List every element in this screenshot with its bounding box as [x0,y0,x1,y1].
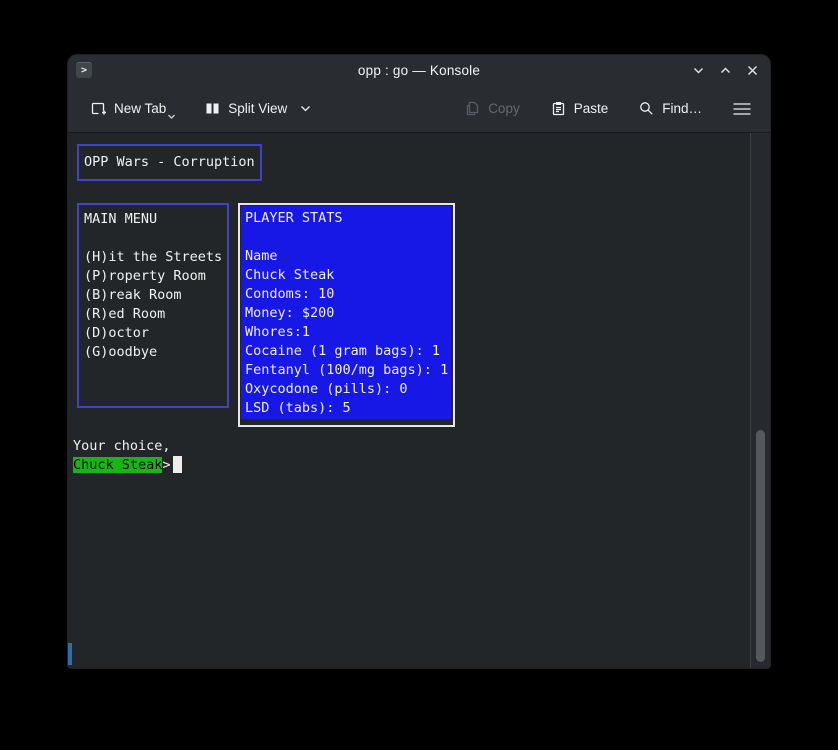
stat-player-name: Chuck Steak [245,266,451,285]
paste-icon [550,100,567,117]
hamburger-icon [732,101,752,117]
menu-item-hit-the-streets: (H)it the Streets [84,248,227,267]
split-view-icon [204,100,221,117]
close-icon [746,64,759,77]
chevron-down-icon [692,64,705,77]
menu-item-property-room: (P)roperty Room [84,267,227,286]
new-tab-button[interactable]: New Tab [88,96,168,121]
chevron-up-icon [719,64,732,77]
player-stats-panel: PLAYER STATS Name Chuck Steak Condoms: 1… [241,206,451,419]
new-tab-label: New Tab [114,101,166,116]
player-name-highlight: Chuck Steak [73,457,162,473]
chevron-down-icon [167,113,176,120]
menu-item-red-room: (R)ed Room [84,305,227,324]
hamburger-menu-button[interactable] [730,97,754,121]
stat-condoms: Condoms: 10 [245,285,451,304]
new-tab-menu-caret [167,108,176,123]
stat-name-label: Name [245,247,451,266]
maximize-button[interactable] [718,63,733,78]
split-view-label: Split View [228,101,287,116]
terminal-cursor [173,456,182,473]
stat-fentanyl: Fentanyl (100/mg bags): 1 [245,361,451,380]
titlebar[interactable]: > opp : go — Konsole [68,55,770,85]
toolbar: New Tab Split View Copy [68,85,770,133]
prompt-label: Your choice, [73,437,182,456]
prompt-caret: > [162,457,170,473]
menu-item-doctor: (D)octor [84,324,227,343]
stat-oxycodone: Oxycodone (pills): 0 [245,380,451,399]
menu-item-break-room: (B)reak Room [84,286,227,305]
main-menu-box: MAIN MENU (H)it the Streets (P)roperty R… [77,203,229,408]
split-view-caret [300,101,311,116]
main-menu-title: MAIN MENU [84,210,227,229]
terminal-screen[interactable]: OPP Wars - Corruption MAIN MENU (H)it th… [68,133,770,668]
paste-label: Paste [574,101,609,116]
game-title: OPP Wars - Corruption [84,153,255,172]
menu-item-goodbye: (G)oodbye [84,343,227,362]
blank-line [84,229,227,248]
copy-icon [464,100,481,117]
copy-label: Copy [488,101,520,116]
copy-button[interactable]: Copy [462,96,522,121]
scrollbar-thumb[interactable] [756,430,765,662]
scrollbar-track[interactable] [750,133,770,668]
blank-line [245,228,451,247]
minimize-button[interactable] [691,63,706,78]
stat-cocaine: Cocaine (1 gram bags): 1 [245,342,451,361]
player-stats-title: PLAYER STATS [245,209,451,228]
stat-money: Money: $200 [245,304,451,323]
konsole-window: > opp : go — Konsole New Tab [68,55,770,668]
chevron-down-icon [300,104,311,113]
focus-indicator-bar [68,643,72,665]
stat-lsd: LSD (tabs): 5 [245,399,451,418]
player-stats-box: PLAYER STATS Name Chuck Steak Condoms: 1… [238,203,455,427]
find-label: Find… [662,101,702,116]
game-title-box: OPP Wars - Corruption [77,144,262,181]
new-tab-icon [90,100,107,117]
find-button[interactable]: Find… [636,96,704,121]
prompt-input-line: Chuck Steak> [73,456,182,475]
search-icon [638,100,655,117]
split-view-button[interactable]: Split View [202,96,313,121]
paste-button[interactable]: Paste [548,96,611,121]
close-button[interactable] [745,63,760,78]
window-controls [691,55,760,85]
stat-whores: Whores:1 [245,323,451,342]
prompt-area: Your choice, Chuck Steak> [73,437,182,475]
window-title: opp : go — Konsole [68,63,770,78]
